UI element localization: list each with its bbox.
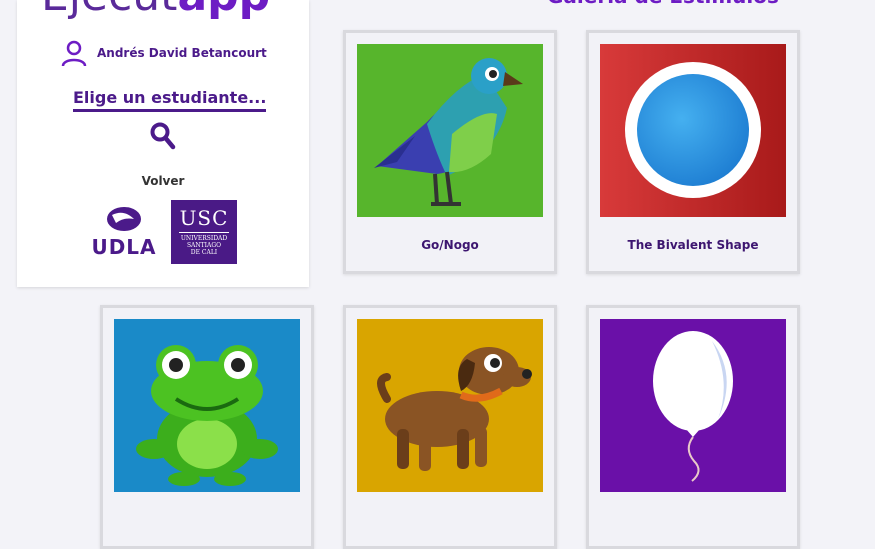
- frog-icon: [114, 319, 300, 492]
- stimulus-image: [600, 319, 786, 492]
- stimulus-image: [357, 44, 543, 217]
- balloon-icon: [600, 319, 786, 492]
- app-logo: Ejecutapp: [41, 0, 270, 18]
- user-icon: [61, 40, 87, 67]
- usc-logo-line2: SANTIAGO: [186, 242, 222, 249]
- stimulus-image: [357, 319, 543, 492]
- search-button[interactable]: [150, 122, 176, 154]
- brand-text-part1: Ejecut: [41, 0, 177, 21]
- stimulus-card-balloon[interactable]: [586, 305, 800, 549]
- sidebar: Ejecutapp Andrés David Betancourt Elige …: [17, 0, 309, 287]
- stimulus-image: [114, 319, 300, 492]
- udla-logo: UDLA: [89, 205, 159, 257]
- blue-circle-icon: [600, 44, 786, 217]
- stimulus-label: Go/Nogo: [421, 238, 479, 252]
- usc-logo: USC UNIVERSIDAD SANTIAGO DE CALI: [171, 200, 237, 264]
- gallery-title: Galería de Estímulos: [547, 0, 779, 8]
- usc-logo-text: USC: [179, 206, 229, 230]
- back-link[interactable]: Volver: [17, 174, 309, 188]
- udla-emblem-icon: [107, 207, 141, 231]
- brand-text-part2: app: [177, 0, 270, 21]
- stimulus-card-frog[interactable]: [100, 305, 314, 549]
- stimulus-card-dog[interactable]: [343, 305, 557, 549]
- udla-logo-text: UDLA: [91, 235, 157, 259]
- usc-logo-line3: DE CALI: [190, 249, 218, 256]
- usc-logo-line1: UNIVERSIDAD: [180, 235, 228, 242]
- stimulus-card-bivalent-shape[interactable]: The Bivalent Shape: [586, 30, 800, 274]
- user-info: Andrés David Betancourt: [61, 39, 267, 67]
- choose-student-link[interactable]: Elige un estudiante...: [73, 88, 267, 112]
- stimulus-label: The Bivalent Shape: [627, 238, 759, 252]
- stimulus-image: [600, 44, 786, 217]
- bird-icon: [357, 44, 543, 217]
- user-name: Andrés David Betancourt: [97, 46, 267, 60]
- search-icon: [150, 122, 176, 150]
- stimulus-card-go-nogo[interactable]: Go/Nogo: [343, 30, 557, 274]
- dog-icon: [357, 319, 543, 492]
